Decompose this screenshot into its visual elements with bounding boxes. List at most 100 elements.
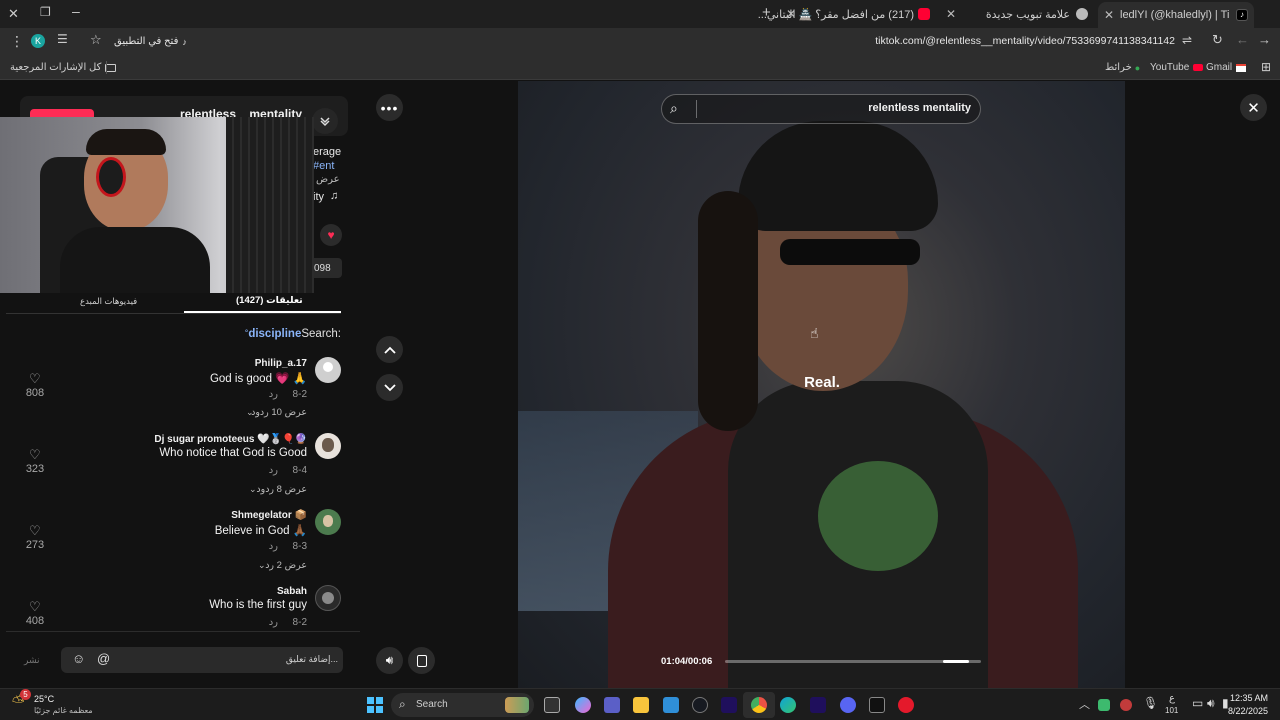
bookmark-star-icon[interactable]: ☆ bbox=[90, 32, 102, 48]
like-comment-icon[interactable]: ♡ bbox=[29, 599, 41, 615]
taskbar-search-input[interactable]: Search bbox=[416, 699, 448, 710]
tab-comments[interactable]: (1427) تعليقات bbox=[236, 295, 303, 306]
bookmark-divider bbox=[106, 61, 107, 74]
tray-chevron-icon[interactable]: ︿ bbox=[1079, 696, 1090, 712]
profile-avatar[interactable]: K bbox=[31, 34, 45, 48]
edge-icon[interactable] bbox=[780, 697, 796, 713]
opera-icon[interactable] bbox=[898, 697, 914, 713]
avatar[interactable] bbox=[315, 433, 341, 459]
video-search-input[interactable]: relentless mentality bbox=[718, 102, 971, 114]
avatar[interactable] bbox=[315, 585, 341, 611]
search-icon[interactable]: ⌕ bbox=[670, 100, 678, 117]
reply-button[interactable]: رد bbox=[262, 541, 278, 552]
apps-grid-icon[interactable]: ⊞ bbox=[1261, 60, 1271, 74]
next-video-button[interactable] bbox=[376, 374, 403, 401]
teams-icon[interactable] bbox=[604, 697, 620, 713]
tab-close-icon[interactable]: ✕ bbox=[786, 7, 796, 21]
bookmark-maps[interactable]: خرائط ● bbox=[1105, 62, 1140, 73]
tab-new-tab[interactable]: علامة تبويب جديدة ✕ bbox=[944, 3, 1092, 25]
site-settings-icon[interactable]: ⇌ bbox=[1182, 33, 1192, 47]
new-tab-button[interactable]: + bbox=[762, 4, 771, 21]
tray-app-icon[interactable] bbox=[1120, 699, 1132, 711]
more-options-icon[interactable]: ••• bbox=[376, 94, 403, 121]
network-icon[interactable]: ▭ bbox=[1192, 696, 1203, 710]
avatar[interactable] bbox=[315, 357, 341, 383]
reply-button[interactable]: رد bbox=[262, 465, 278, 476]
tab-search-icon[interactable]: ☰ bbox=[57, 32, 68, 46]
post-button[interactable]: نشر bbox=[24, 655, 40, 666]
comment-author[interactable]: Philip_a.17 bbox=[160, 358, 307, 369]
emoji-icon[interactable]: ☺ bbox=[72, 651, 85, 666]
menu-dots-icon[interactable]: ⋮ bbox=[10, 33, 24, 50]
replies-chevron-icon[interactable]: ⌄ bbox=[249, 484, 257, 495]
hashtag-partial[interactable]: #ent bbox=[313, 160, 334, 172]
mini-player-icon[interactable] bbox=[408, 647, 435, 674]
mic-icon[interactable]: 🎙︎ bbox=[1143, 696, 1158, 710]
replies-chevron-icon[interactable]: ⌄ bbox=[246, 407, 254, 418]
comment-author[interactable]: Shmegelator 📦 bbox=[160, 510, 307, 521]
tab-close-icon[interactable]: ✕ bbox=[946, 7, 956, 21]
copilot-icon[interactable] bbox=[575, 697, 591, 713]
like-video-button[interactable]: ♥ bbox=[320, 224, 342, 246]
active-app-indicator bbox=[743, 692, 775, 718]
file-explorer-icon[interactable] bbox=[633, 697, 649, 713]
maximize-window-icon[interactable]: ❐ bbox=[40, 5, 51, 19]
comment-author[interactable]: Dj sugar promoteeus 🤍🥈🎈🔮 bbox=[140, 434, 307, 445]
bookmark-gmail[interactable]: Gmail bbox=[1206, 62, 1247, 73]
bookmark-all[interactable]: كل الإشارات المرجعية bbox=[10, 62, 117, 73]
like-comment-icon[interactable]: ♡ bbox=[29, 447, 41, 463]
weather-widget[interactable]: ⛅︎ 5 25°C معظمه غائم جزئيًا bbox=[8, 689, 93, 719]
search-label: Search: bbox=[301, 328, 341, 340]
speaker-icon[interactable]: 🔊︎ bbox=[1207, 696, 1215, 711]
tab-close-icon[interactable]: ✕ bbox=[1104, 8, 1114, 22]
chrome-favicon-icon bbox=[1076, 8, 1088, 20]
steam-icon[interactable] bbox=[692, 697, 708, 713]
premiere-icon[interactable] bbox=[810, 697, 826, 713]
back-icon[interactable]: → bbox=[1258, 32, 1271, 47]
language-indicator[interactable]: ع bbox=[1169, 693, 1175, 704]
replies-chevron-icon[interactable]: ⌄ bbox=[258, 560, 266, 571]
bookmark-youtube[interactable]: YouTube bbox=[1150, 62, 1204, 73]
reply-button[interactable]: رد bbox=[262, 617, 278, 628]
volume-icon[interactable]: 🔊︎ bbox=[376, 647, 403, 674]
related-search[interactable]: °disciplineSearch: bbox=[200, 328, 341, 340]
comment-text: Believe in God 🙏🏾 bbox=[214, 525, 307, 537]
tab-tiktok[interactable]: ♪ ledlYI (@khaledlyl) | TikTok ✕ bbox=[1098, 2, 1254, 28]
bookmarks-bar: كل الإشارات المرجعية خرائط ● YouTube Gma… bbox=[0, 56, 1280, 80]
music-partial[interactable]: ity bbox=[313, 191, 324, 203]
taskbar-search[interactable]: ⌕ Search bbox=[391, 693, 534, 717]
tab-creator-videos[interactable]: فيديوهات المبدع bbox=[80, 296, 137, 307]
add-comment-input[interactable]: إضافة تعليق... bbox=[200, 654, 338, 665]
windows-start-icon[interactable] bbox=[367, 697, 383, 713]
view-replies-button[interactable]: عرض 2 رد bbox=[200, 560, 307, 571]
clock-date[interactable]: 8/22/2025 bbox=[1222, 706, 1268, 716]
see-more-partial[interactable]: عرض bbox=[316, 174, 340, 185]
search-term: discipline bbox=[248, 328, 302, 340]
discord-icon[interactable] bbox=[840, 697, 856, 713]
close-video-button[interactable]: ✕ bbox=[1240, 94, 1267, 121]
mention-icon[interactable]: @ bbox=[97, 651, 110, 666]
collapse-icon[interactable] bbox=[312, 108, 338, 134]
like-comment-icon[interactable]: ♡ bbox=[29, 371, 41, 387]
close-window-icon[interactable]: ✕ bbox=[8, 6, 19, 22]
open-in-app-button[interactable]: فتح في التطبيق ♪ bbox=[114, 34, 187, 49]
address-bar[interactable]: tiktok.com/@relentless__mentality/video/… bbox=[870, 35, 1175, 47]
music-note-icon: ♫ bbox=[330, 190, 339, 202]
clock-time[interactable]: 12:35 AM bbox=[1228, 693, 1268, 703]
like-comment-icon[interactable]: ♡ bbox=[29, 523, 41, 539]
store-icon[interactable] bbox=[663, 697, 679, 713]
task-view-icon[interactable] bbox=[544, 697, 560, 713]
maps-label: خرائط bbox=[1105, 62, 1132, 73]
tab-youtube[interactable]: (217) من افضل مقر؟ 🏯 البتاني... ✕ bbox=[758, 3, 934, 25]
after-effects-icon[interactable] bbox=[721, 697, 737, 713]
reload-icon[interactable]: ↻ bbox=[1212, 32, 1223, 48]
comment-author[interactable]: Sabah bbox=[160, 586, 307, 597]
forward-icon[interactable]: ← bbox=[1236, 32, 1249, 47]
avatar[interactable] bbox=[315, 509, 341, 535]
previous-video-button[interactable] bbox=[376, 336, 403, 363]
capcut-icon[interactable] bbox=[869, 697, 885, 713]
tray-app-icon[interactable] bbox=[1098, 699, 1110, 711]
video-player[interactable]: ⌕ relentless mentality Real. ☝ 01:04/00:… bbox=[518, 81, 1125, 688]
minimize-window-icon[interactable]: – bbox=[72, 3, 80, 19]
reply-button[interactable]: رد bbox=[262, 389, 278, 400]
